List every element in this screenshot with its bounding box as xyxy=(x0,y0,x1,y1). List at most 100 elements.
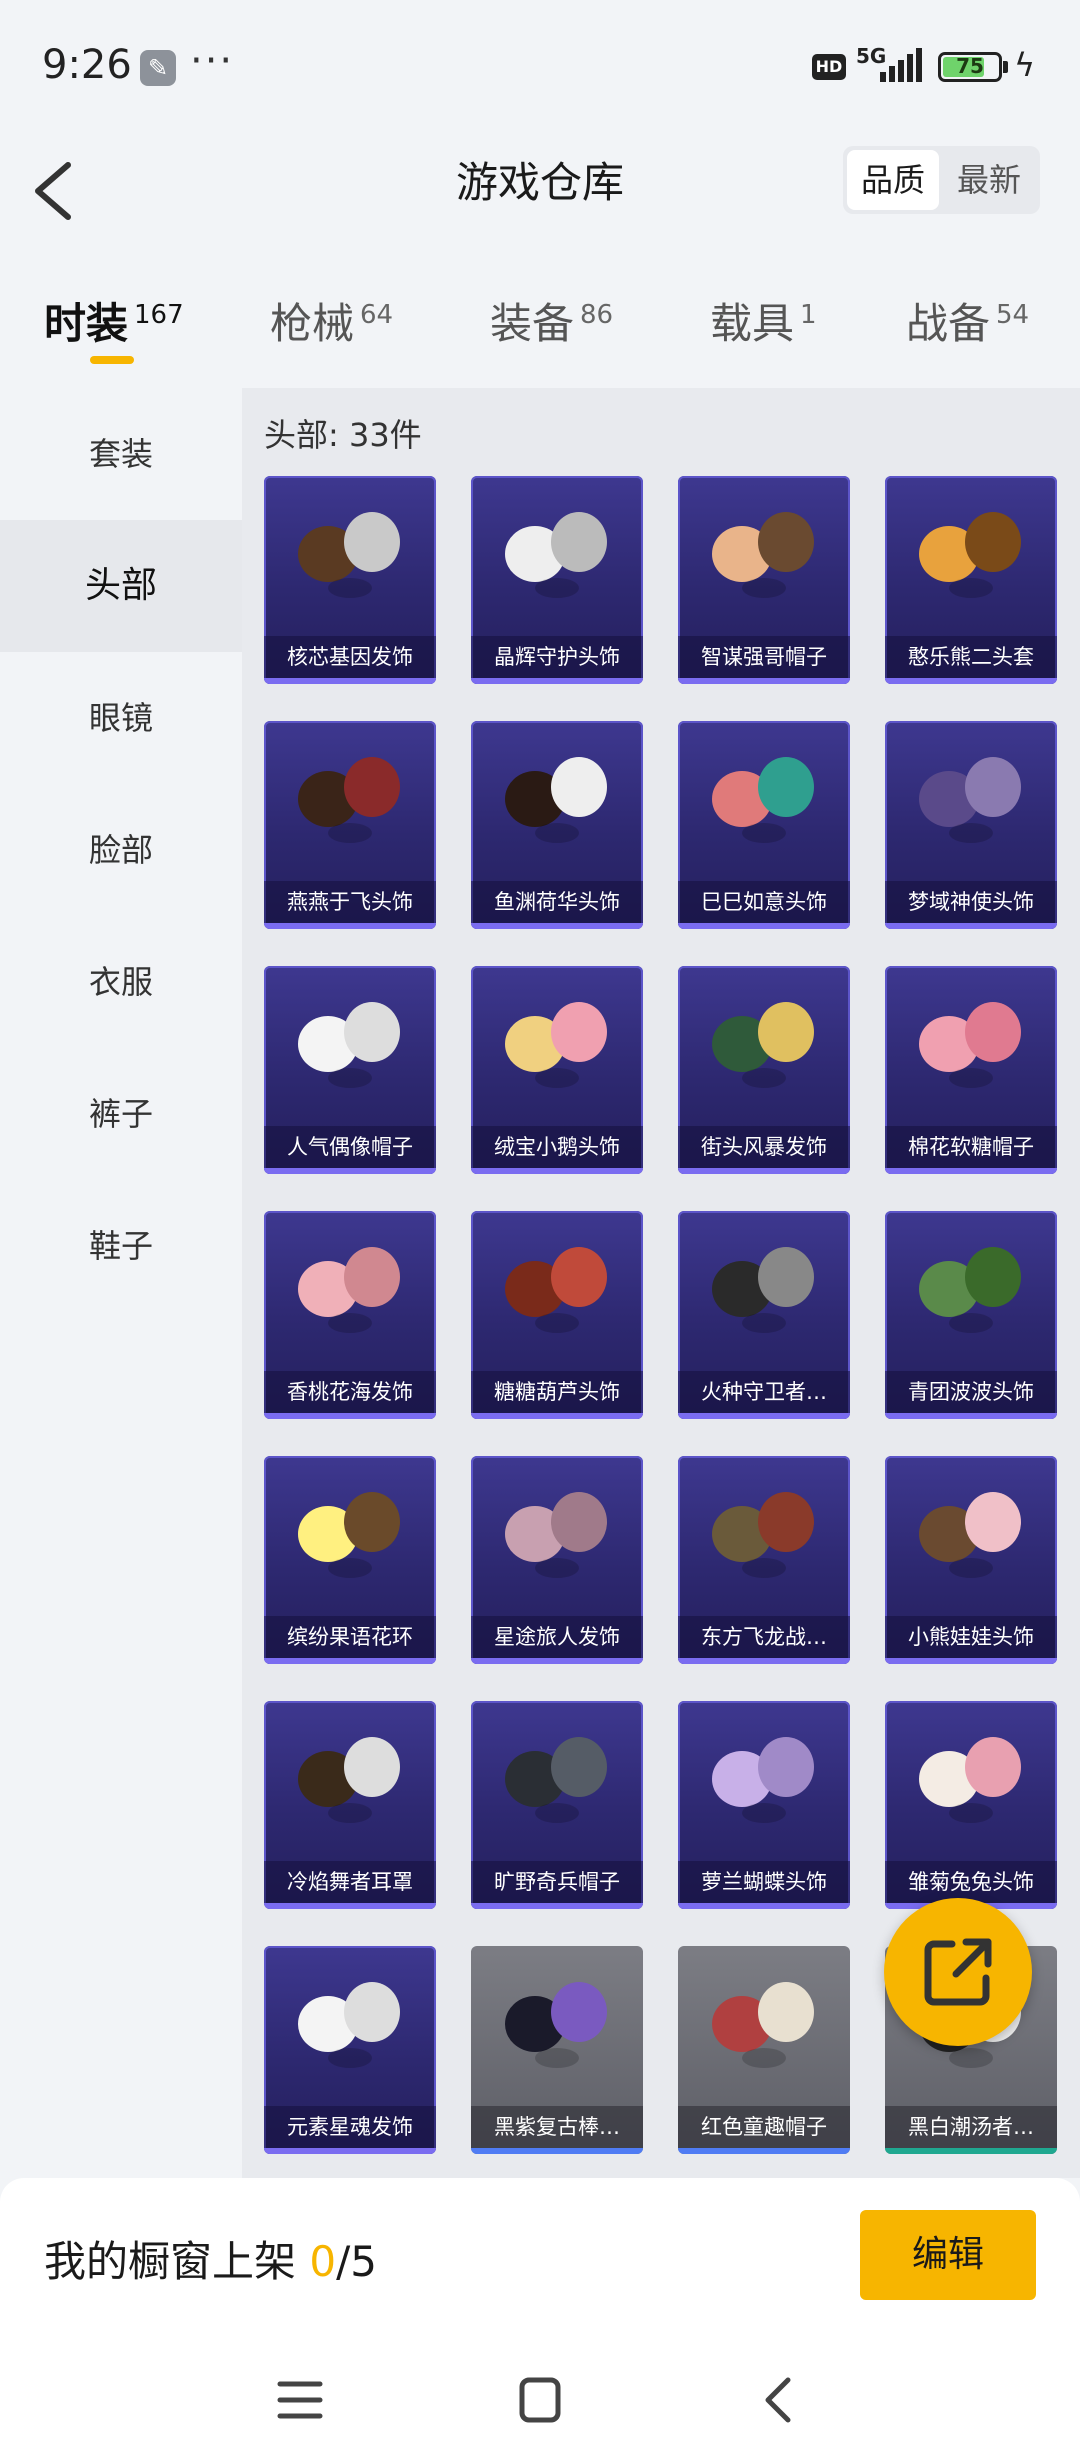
item-card[interactable]: 智谋强哥帽子 xyxy=(678,476,850,684)
item-name: 萝兰蝴蝶头饰 xyxy=(678,1861,850,1903)
battery-icon: 75 xyxy=(938,52,1002,82)
sort-quality-button[interactable]: 品质 xyxy=(847,150,939,210)
rarity-bar xyxy=(885,678,1057,684)
tab-label: 时装 xyxy=(44,299,129,348)
showcase-label: 我的橱窗上架 xyxy=(44,2237,297,2286)
rarity-bar xyxy=(264,1658,436,1664)
item-thumbnail xyxy=(505,1492,607,1578)
item-name: 绒宝小鹅头饰 xyxy=(471,1126,643,1168)
system-nav-bar xyxy=(0,2330,1080,2460)
item-thumbnail xyxy=(298,1002,400,1088)
signal-icon xyxy=(880,46,924,82)
item-card[interactable]: 青团波波头饰 xyxy=(885,1211,1057,1419)
tab-guns[interactable]: 枪械 64 xyxy=(270,290,393,351)
item-name: 冷焰舞者耳罩 xyxy=(264,1861,436,1903)
item-thumbnail xyxy=(919,1002,1021,1088)
tab-fashion[interactable]: 时装 167 xyxy=(44,290,184,351)
section-label: 头部: 33件 xyxy=(264,416,422,454)
item-name: 火种守卫者… xyxy=(678,1371,850,1413)
item-card[interactable]: 街头风暴发饰 xyxy=(678,966,850,1174)
menu-icon xyxy=(277,2381,323,2419)
item-card[interactable]: 火种守卫者… xyxy=(678,1211,850,1419)
home-square-icon xyxy=(519,2377,561,2423)
item-card[interactable]: 黑紫复古棒… xyxy=(471,1946,643,2154)
sidebar: 套装 头部 眼镜 脸部 衣服 裤子 鞋子 xyxy=(0,388,242,2178)
rarity-bar xyxy=(471,1903,643,1909)
item-card[interactable]: 核芯基因发饰 xyxy=(264,476,436,684)
item-thumbnail xyxy=(298,1492,400,1578)
tab-label: 枪械 xyxy=(270,299,355,348)
item-card[interactable]: 冷焰舞者耳罩 xyxy=(264,1701,436,1909)
item-thumbnail xyxy=(919,512,1021,598)
item-thumbnail xyxy=(505,1737,607,1823)
item-name: 黑紫复古棒… xyxy=(471,2106,643,2148)
item-card[interactable]: 晶辉守护头饰 xyxy=(471,476,643,684)
item-card[interactable]: 红色童趣帽子 xyxy=(678,1946,850,2154)
item-card[interactable]: 萝兰蝴蝶头饰 xyxy=(678,1701,850,1909)
tab-equipment[interactable]: 装备 86 xyxy=(490,290,613,351)
tab-vehicles[interactable]: 载具 1 xyxy=(710,290,817,351)
menu-button[interactable] xyxy=(270,2370,330,2430)
item-card[interactable]: 糖糖葫芦头饰 xyxy=(471,1211,643,1419)
sidebar-item-pants[interactable]: 裤子 xyxy=(0,1048,242,1180)
battery-level: 75 xyxy=(956,54,984,78)
item-card[interactable]: 香桃花海发饰 xyxy=(264,1211,436,1419)
item-card[interactable]: 棉花软糖帽子 xyxy=(885,966,1057,1174)
item-thumbnail xyxy=(712,757,814,843)
item-card[interactable]: 巳巳如意头饰 xyxy=(678,721,850,929)
rarity-bar xyxy=(471,1658,643,1664)
sidebar-item-glasses[interactable]: 眼镜 xyxy=(0,652,242,784)
hd-icon: HD xyxy=(812,54,846,80)
item-thumbnail xyxy=(712,1737,814,1823)
item-thumbnail xyxy=(505,512,607,598)
status-bar: 9:26 ✎ ··· HD 5G 75 ϟ xyxy=(0,0,1080,135)
sidebar-item-face[interactable]: 脸部 xyxy=(0,784,242,916)
item-name: 晶辉守护头饰 xyxy=(471,636,643,678)
sort-newest-button[interactable]: 最新 xyxy=(943,150,1035,210)
sidebar-item-suits[interactable]: 套装 xyxy=(0,388,242,520)
charging-icon: ϟ xyxy=(1014,46,1036,84)
back-nav-icon xyxy=(765,2377,791,2423)
item-name: 香桃花海发饰 xyxy=(264,1371,436,1413)
status-time: 9:26 xyxy=(42,42,132,88)
item-card[interactable]: 元素星魂发饰 xyxy=(264,1946,436,2154)
rarity-bar xyxy=(678,1658,850,1664)
item-card[interactable]: 绒宝小鹅头饰 xyxy=(471,966,643,1174)
system-back-button[interactable] xyxy=(750,2370,810,2430)
item-card[interactable]: 梦域神使头饰 xyxy=(885,721,1057,929)
item-card[interactable]: 燕燕于飞头饰 xyxy=(264,721,436,929)
item-thumbnail xyxy=(919,1492,1021,1578)
rarity-bar xyxy=(885,1413,1057,1419)
item-name: 街头风暴发饰 xyxy=(678,1126,850,1168)
item-name: 梦域神使头饰 xyxy=(885,881,1057,923)
item-card[interactable]: 旷野奇兵帽子 xyxy=(471,1701,643,1909)
item-name: 东方飞龙战… xyxy=(678,1616,850,1658)
item-name: 憨乐熊二头套 xyxy=(885,636,1057,678)
item-name: 人气偶像帽子 xyxy=(264,1126,436,1168)
sidebar-item-head[interactable]: 头部 xyxy=(0,520,242,652)
edit-button[interactable]: 编辑 xyxy=(860,2210,1036,2300)
item-card[interactable]: 东方飞龙战… xyxy=(678,1456,850,1664)
home-button[interactable] xyxy=(510,2370,570,2430)
item-card[interactable]: 小熊娃娃头饰 xyxy=(885,1456,1057,1664)
rarity-bar xyxy=(885,1658,1057,1664)
sidebar-item-shoes[interactable]: 鞋子 xyxy=(0,1180,242,1312)
share-button[interactable] xyxy=(884,1898,1032,2046)
tab-label: 战备 xyxy=(906,299,991,348)
item-thumbnail xyxy=(712,1492,814,1578)
item-card[interactable]: 缤纷果语花环 xyxy=(264,1456,436,1664)
item-name: 燕燕于飞头饰 xyxy=(264,881,436,923)
item-thumbnail xyxy=(298,1982,400,2068)
item-card[interactable]: 雏菊兔兔头饰 xyxy=(885,1701,1057,1909)
category-tabs: 时装 167 枪械 64 装备 86 载具 1 战备 54 xyxy=(0,270,1080,388)
item-thumbnail xyxy=(298,1247,400,1333)
tab-combat-gear[interactable]: 战备 54 xyxy=(906,290,1029,351)
item-name: 黑白潮汤者… xyxy=(885,2106,1057,2148)
rarity-bar xyxy=(885,923,1057,929)
item-card[interactable]: 人气偶像帽子 xyxy=(264,966,436,1174)
item-card[interactable]: 鱼渊荷华头饰 xyxy=(471,721,643,929)
item-card[interactable]: 憨乐熊二头套 xyxy=(885,476,1057,684)
item-card[interactable]: 星途旅人发饰 xyxy=(471,1456,643,1664)
sidebar-item-clothes[interactable]: 衣服 xyxy=(0,916,242,1048)
item-thumbnail xyxy=(298,1737,400,1823)
